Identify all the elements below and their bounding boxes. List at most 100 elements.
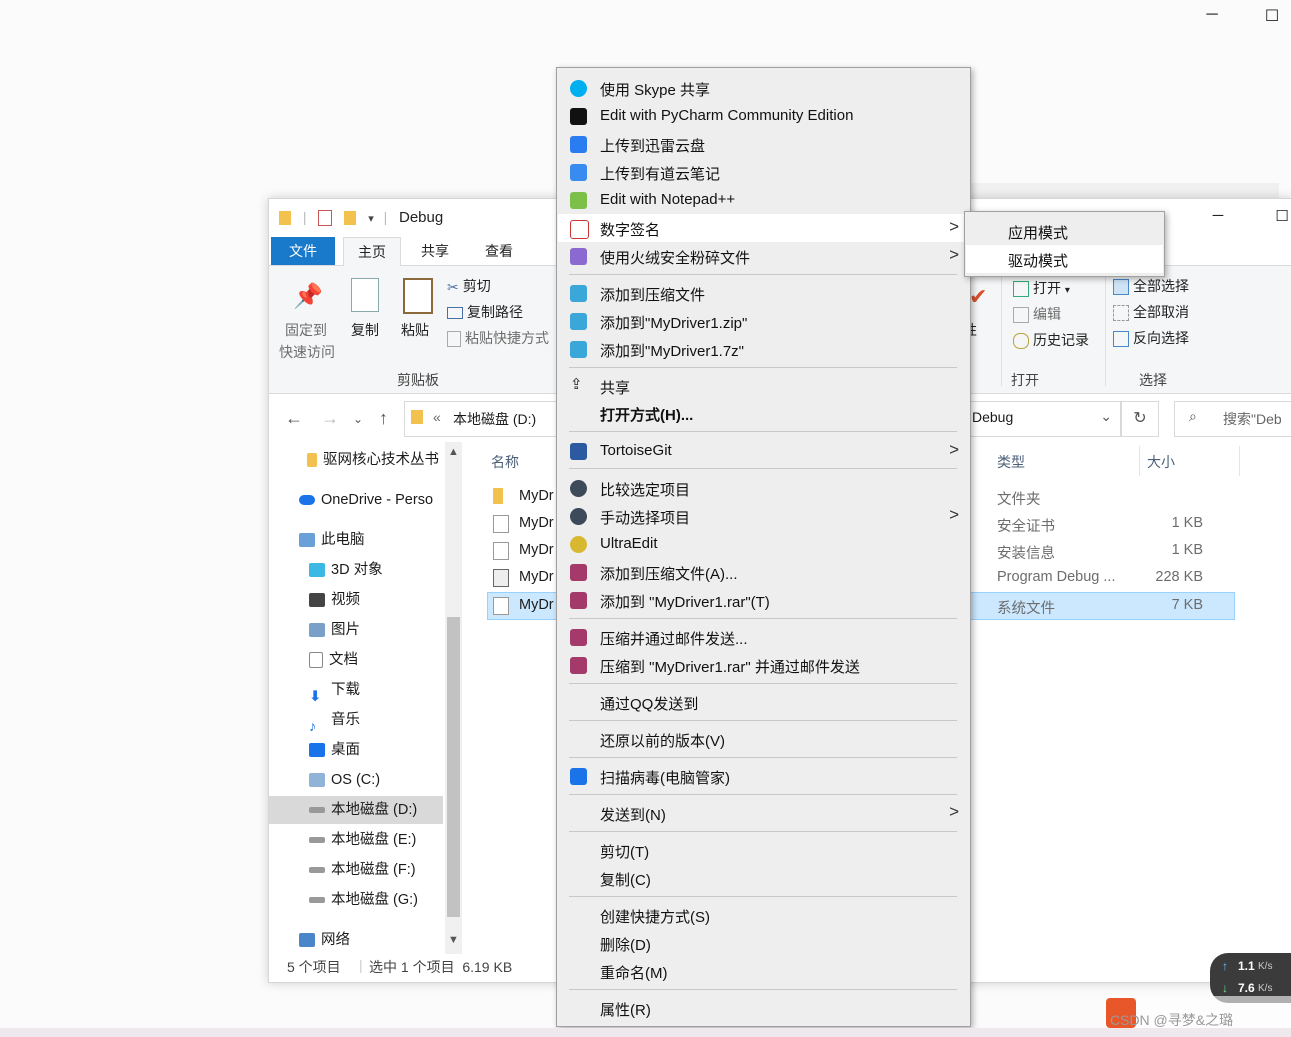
scroll-up-icon[interactable]: ▲ <box>448 446 459 458</box>
column-name[interactable]: 名称 <box>491 452 519 472</box>
scroll-down-icon[interactable]: ▼ <box>448 934 459 946</box>
nav-this-pc[interactable]: 此电脑 <box>299 526 365 554</box>
menu-item-compare[interactable]: 比较选定项目 <box>558 474 969 502</box>
menu-item-xunlei[interactable]: 上传到迅雷云盘 <box>558 130 969 158</box>
menu-item-virus-scan[interactable]: 扫描病毒(电脑管家) <box>558 762 969 790</box>
copy-button[interactable]: 复制 <box>351 320 379 340</box>
paste-button[interactable]: 粘贴 <box>401 320 429 340</box>
menu-item-create-shortcut[interactable]: 创建快捷方式(S) <box>558 901 969 929</box>
nav-desktop[interactable]: 桌面 <box>309 736 360 764</box>
menu-label: 还原以前的版本(V) <box>600 733 725 750</box>
menu-item-copy[interactable]: 复制(C) <box>558 864 969 892</box>
menu-item-add-7z[interactable]: 添加到"MyDriver1.7z" <box>558 335 969 363</box>
pin-icon[interactable]: 📌 <box>293 282 323 311</box>
refresh-icon[interactable]: ↻ <box>1121 401 1159 437</box>
address-dropdown-icon[interactable]: ⌄ <box>1100 408 1112 425</box>
tab-home[interactable]: 主页 <box>343 237 401 266</box>
column-size[interactable]: 大小 <box>1147 452 1175 472</box>
cut-row[interactable]: ✂ 剪切 <box>447 276 491 296</box>
folder-icon[interactable] <box>279 211 291 226</box>
nav-3d-objects[interactable]: 3D 对象 <box>309 556 383 584</box>
properties-check-icon-large[interactable]: ✔ <box>969 284 987 310</box>
menu-item-huorong-shred[interactable]: 使用火绒安全粉碎文件 > <box>558 242 969 270</box>
menu-item-send-to[interactable]: 发送到(N) > <box>558 799 969 827</box>
menu-item-open-with[interactable]: 打开方式(H)... <box>558 399 969 427</box>
paste-shortcut-row[interactable]: 粘贴快捷方式 <box>447 328 549 348</box>
paste-icon[interactable] <box>403 278 433 314</box>
winrar-icon <box>570 592 587 609</box>
search-box[interactable]: ⌕ 搜索"Deb <box>1174 401 1291 437</box>
pin-label-2[interactable]: 快速访问 <box>279 342 335 362</box>
menu-item-restore-versions[interactable]: 还原以前的版本(V) <box>558 725 969 753</box>
address-bar-current[interactable]: Debug ⌄ <box>969 401 1121 437</box>
breadcrumb-drive[interactable]: 本地磁盘 (D:) <box>453 409 536 429</box>
back-arrow-icon[interactable]: ← <box>285 408 303 429</box>
menu-item-delete[interactable]: 删除(D) <box>558 929 969 957</box>
menu-item-compress-rar-email[interactable]: 压缩到 "MyDriver1.rar" 并通过邮件发送 <box>558 651 969 679</box>
tab-share[interactable]: 共享 <box>407 237 463 265</box>
menu-item-add-archive[interactable]: 添加到压缩文件 <box>558 279 969 307</box>
menu-item-digital-signature[interactable]: 数字签名 > <box>558 214 969 242</box>
forward-arrow-icon[interactable]: → <box>321 408 339 429</box>
nav-drive-d[interactable]: 本地磁盘 (D:) <box>269 796 443 824</box>
invert-selection-row[interactable]: 反向选择 <box>1113 328 1189 348</box>
menu-item-skype-share[interactable]: 使用 Skype 共享 <box>558 74 969 102</box>
menu-item-cut[interactable]: 剪切(T) <box>558 836 969 864</box>
nav-documents[interactable]: 文档 <box>309 646 358 674</box>
nav-quick-item[interactable]: 驱网核心技术丛书 <box>307 446 439 474</box>
nav-onedrive[interactable]: OneDrive - Perso <box>299 486 433 514</box>
column-type[interactable]: 类型 <box>997 452 1025 472</box>
menu-item-tortoisegit[interactable]: TortoiseGit > <box>558 437 969 465</box>
customize-qat-icon[interactable]: ▾ <box>368 213 374 225</box>
copy-icon[interactable] <box>351 278 379 312</box>
menu-item-winrar-add[interactable]: 添加到压缩文件(A)... <box>558 558 969 586</box>
tab-file[interactable]: 文件 <box>271 237 335 265</box>
submenu-item-driver-mode[interactable]: 驱动模式 <box>966 245 1163 273</box>
menu-item-share[interactable]: ⇪ 共享 <box>558 372 969 400</box>
menu-item-add-zip[interactable]: 添加到"MyDriver1.zip" <box>558 307 969 335</box>
nav-drive-g[interactable]: 本地磁盘 (G:) <box>309 886 418 914</box>
copy-path-row[interactable]: 复制路径 <box>447 302 523 322</box>
menu-item-rename[interactable]: 重命名(M) <box>558 957 969 985</box>
shield-icon <box>570 768 587 785</box>
history-row[interactable]: 历史记录 <box>1013 330 1089 350</box>
menu-item-send-qq[interactable]: 通过QQ发送到 <box>558 688 969 716</box>
new-folder-icon[interactable] <box>344 211 357 226</box>
scrollbar-thumb[interactable] <box>447 617 460 917</box>
menu-item-ultraedit[interactable]: UltraEdit <box>558 530 969 558</box>
edit-row[interactable]: 编辑 <box>1013 304 1061 324</box>
nav-drive-f[interactable]: 本地磁盘 (F:) <box>309 856 416 884</box>
minimize-icon[interactable]: ─ <box>1202 6 1222 26</box>
nav-drive-e[interactable]: 本地磁盘 (E:) <box>309 826 416 854</box>
nav-downloads[interactable]: ⬇ 下载 <box>309 676 360 705</box>
maximize-icon[interactable]: ☐ <box>1262 6 1282 26</box>
nav-scrollbar[interactable]: ▲ ▼ <box>445 442 462 954</box>
nav-videos[interactable]: 视频 <box>309 586 360 614</box>
menu-item-properties[interactable]: 属性(R) <box>558 994 969 1022</box>
tab-view[interactable]: 查看 <box>471 237 527 265</box>
nav-music[interactable]: ♪ 音乐 <box>309 706 360 735</box>
status-selection: 选中 1 个项目 6.19 KB <box>369 959 513 975</box>
select-all-row[interactable]: 全部选择 <box>1113 276 1189 296</box>
window-minimize-icon[interactable]: ─ <box>1208 207 1228 227</box>
nav-drive-c[interactable]: OS (C:) <box>309 766 380 794</box>
open-row[interactable]: 打开 ▾ <box>1013 278 1070 298</box>
breadcrumb-current[interactable]: Debug <box>972 409 1013 425</box>
up-arrow-icon[interactable]: ↑ <box>379 408 388 429</box>
breadcrumb-chevrons[interactable]: « <box>433 409 441 425</box>
pin-label-1[interactable]: 固定到 <box>285 320 327 340</box>
recent-dropdown-icon[interactable]: ⌄ <box>353 412 363 426</box>
submenu-item-app-mode[interactable]: 应用模式 <box>966 217 1163 245</box>
menu-item-youdao[interactable]: 上传到有道云笔记 <box>558 158 969 186</box>
select-none-row[interactable]: 全部取消 <box>1113 302 1189 322</box>
window-maximize-icon[interactable]: ☐ <box>1272 207 1291 227</box>
properties-check-icon[interactable] <box>318 210 333 227</box>
menu-item-notepadpp[interactable]: Edit with Notepad++ <box>558 186 969 214</box>
nav-network[interactable]: 网络 <box>299 926 350 954</box>
menu-item-manual-select[interactable]: 手动选择项目 > <box>558 502 969 530</box>
menu-item-pycharm[interactable]: Edit with PyCharm Community Edition <box>558 102 969 130</box>
menu-item-winrar-add-rar[interactable]: 添加到 "MyDriver1.rar"(T) <box>558 586 969 614</box>
nav-pictures[interactable]: 图片 <box>309 616 360 644</box>
address-bar[interactable]: « 本地磁盘 (D:) <box>404 401 566 437</box>
menu-item-compress-email[interactable]: 压缩并通过邮件发送... <box>558 623 969 651</box>
